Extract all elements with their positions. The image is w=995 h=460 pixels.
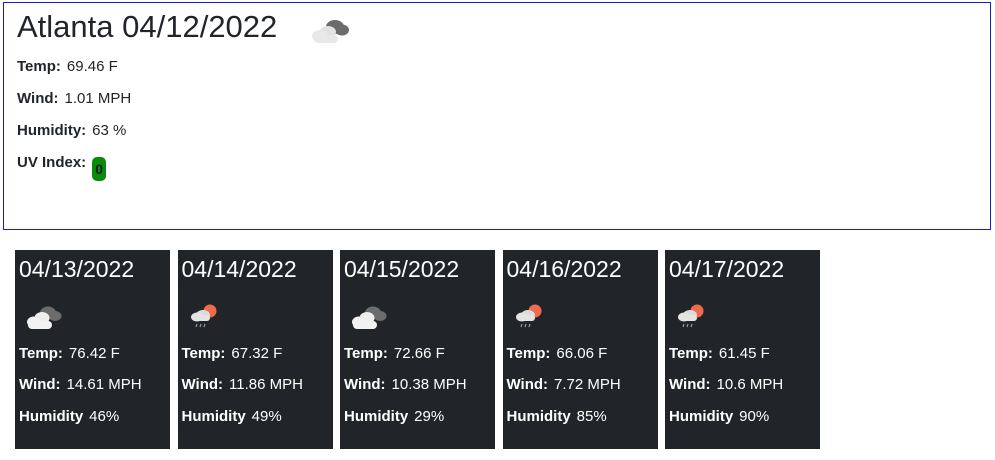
forecast-wind: Wind: 10.38 MPH — [344, 376, 467, 393]
temp-value: 69.46 F — [66, 58, 118, 75]
temp-value: 66.06 F — [556, 345, 608, 362]
forecast-card: 04/15/2022 Temp: 72.66 F Wind: 10.38 MPH Humi… — [340, 250, 495, 449]
uv-index-badge: 0 — [92, 157, 106, 181]
sun-rain-icon — [190, 304, 216, 328]
current-uv: UV Index: 0 — [17, 154, 106, 181]
wind-label: Wind: — [344, 376, 386, 393]
wind-label: Wind: — [17, 90, 59, 107]
humidity-value: 49% — [251, 408, 282, 425]
forecast-temp: Temp: 61.45 F — [669, 345, 770, 362]
wind-value: 7.72 MPH — [554, 376, 621, 393]
broken-clouds-icon — [27, 306, 62, 329]
forecast-wind: Wind: 11.86 MPH — [182, 376, 303, 393]
sun-rain-icon — [678, 304, 704, 328]
forecast-temp: Temp: 66.06 F — [507, 345, 608, 362]
temp-label: Temp: — [19, 345, 63, 362]
wind-value: 1.01 MPH — [64, 90, 132, 107]
temp-value: 67.32 F — [231, 345, 283, 362]
broken-clouds-icon — [352, 306, 387, 329]
forecast-wind: Wind: 10.6 MPH — [669, 376, 783, 393]
temp-label: Temp: — [669, 345, 713, 362]
humidity-value: 46% — [89, 408, 120, 425]
forecast-temp: Temp: 72.66 F — [344, 345, 445, 362]
forecast-humidity: Humidity 90% — [669, 408, 769, 425]
forecast-date: 04/16/2022 — [506, 256, 622, 282]
city-date-title: Atlanta 04/12/2022 — [17, 9, 278, 44]
current-humidity: Humidity: 63 % — [17, 122, 126, 139]
humidity-value: 90% — [739, 408, 770, 425]
forecast-date: 04/13/2022 — [19, 256, 135, 282]
wind-value: 10.38 MPH — [391, 376, 467, 393]
temp-label: Temp: — [17, 58, 61, 75]
forecast-card: 04/17/2022 Temp: 61.45 F Wind: 10.6 MPH Humid… — [665, 250, 820, 449]
forecast-temp: Temp: 76.42 F — [19, 345, 120, 362]
sun-rain-icon — [515, 304, 541, 328]
forecast-date: 04/17/2022 — [669, 256, 785, 282]
forecast-date: 04/14/2022 — [181, 256, 297, 282]
forecast-card: 04/16/2022 Temp: 66.06 F Wind: 7.72 MPH Humid… — [502, 250, 658, 449]
forecast-wind: Wind: 7.72 MPH — [507, 376, 621, 393]
wind-label: Wind: — [506, 376, 549, 393]
forecast-wind: Wind: 14.61 MPH — [19, 376, 142, 393]
forecast-humidity: Humidity 85% — [507, 408, 607, 425]
wind-value: 10.6 MPH — [716, 376, 784, 393]
humidity-label: Humidity — [19, 408, 84, 425]
humidity-value: 63 % — [92, 122, 127, 139]
humidity-label: Humidity — [506, 408, 571, 425]
current-temp: Temp: 69.46 F — [17, 58, 118, 75]
forecast-temp: Temp: 67.32 F — [182, 345, 283, 362]
humidity-label: Humidity — [344, 408, 409, 425]
wind-label: Wind: — [669, 376, 711, 393]
temp-label: Temp: — [506, 345, 551, 362]
temp-label: Temp: — [344, 345, 388, 362]
wind-value: 14.61 MPH — [66, 376, 142, 393]
temp-value: 72.66 F — [393, 345, 445, 362]
forecast-humidity: Humidity 49% — [182, 408, 282, 425]
forecast-card: 04/13/2022 Temp: 76.42 F Wind: 14.61 MPH Humi… — [15, 250, 170, 449]
uv-label: UV Index: — [17, 154, 87, 171]
current-wind: Wind: 1.01 MPH — [17, 90, 131, 107]
humidity-label: Humidity — [669, 408, 734, 425]
forecast-card: 04/14/2022 Temp: 67.32 F Wind: 11.86 MPH Humi… — [177, 250, 333, 449]
humidity-label: Humidity: — [17, 122, 87, 139]
forecast-humidity: Humidity 46% — [19, 408, 119, 425]
temp-value: 61.45 F — [718, 345, 770, 362]
wind-value: 11.86 MPH — [229, 376, 303, 393]
humidity-value: 29% — [414, 408, 445, 425]
wind-label: Wind: — [181, 376, 224, 393]
forecast-date: 04/15/2022 — [344, 256, 460, 282]
broken-clouds-icon — [312, 20, 349, 43]
humidity-label: Humidity — [181, 408, 246, 425]
forecast-humidity: Humidity 29% — [344, 408, 444, 425]
current-weather-panel: Atlanta 04/12/2022 Temp: 69.46 F Wind: 1.0… — [3, 2, 991, 230]
wind-label: Wind: — [19, 376, 61, 393]
humidity-value: 85% — [576, 408, 607, 425]
temp-value: 76.42 F — [68, 345, 120, 362]
temp-label: Temp: — [181, 345, 226, 362]
